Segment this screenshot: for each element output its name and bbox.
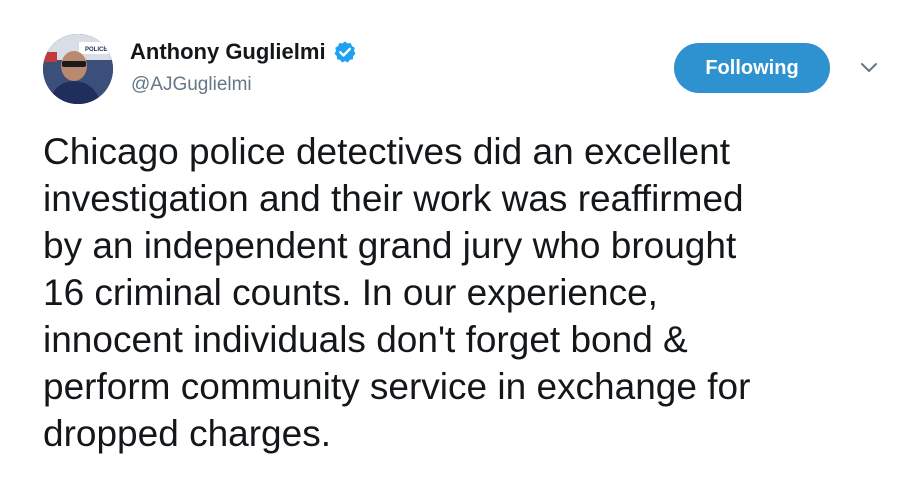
- avatar-badge-text: POLICE: [85, 47, 107, 53]
- chevron-down-icon[interactable]: [858, 60, 880, 76]
- author-name-row: Anthony Guglielmi: [130, 37, 357, 67]
- tweet-text-line: 16 criminal counts. In our experience,: [43, 272, 658, 313]
- tweet-text-line: perform community service in exchange fo…: [43, 366, 751, 407]
- tweet-text-line: investigation and their work was reaffir…: [43, 178, 744, 219]
- tweet-text-line: Chicago police detectives did an excelle…: [43, 131, 730, 172]
- tweet-text-line: innocent individuals don't forget bond &: [43, 319, 688, 360]
- avatar[interactable]: POLICE: [43, 34, 113, 104]
- verified-badge-icon: [333, 40, 357, 64]
- following-button[interactable]: Following: [674, 43, 830, 93]
- tweet-text-line: by an independent grand jury who brought: [43, 225, 737, 266]
- tweet-card: POLICE Anthony Guglielmi @AJGuglielmi Fo…: [0, 0, 900, 480]
- tweet-text: Chicago police detectives did an excelle…: [43, 128, 873, 457]
- tweet-text-line: dropped charges.: [43, 413, 331, 454]
- author-display-name[interactable]: Anthony Guglielmi: [130, 39, 326, 65]
- author-handle[interactable]: @AJGuglielmi: [131, 74, 252, 96]
- avatar-image: POLICE: [43, 34, 113, 104]
